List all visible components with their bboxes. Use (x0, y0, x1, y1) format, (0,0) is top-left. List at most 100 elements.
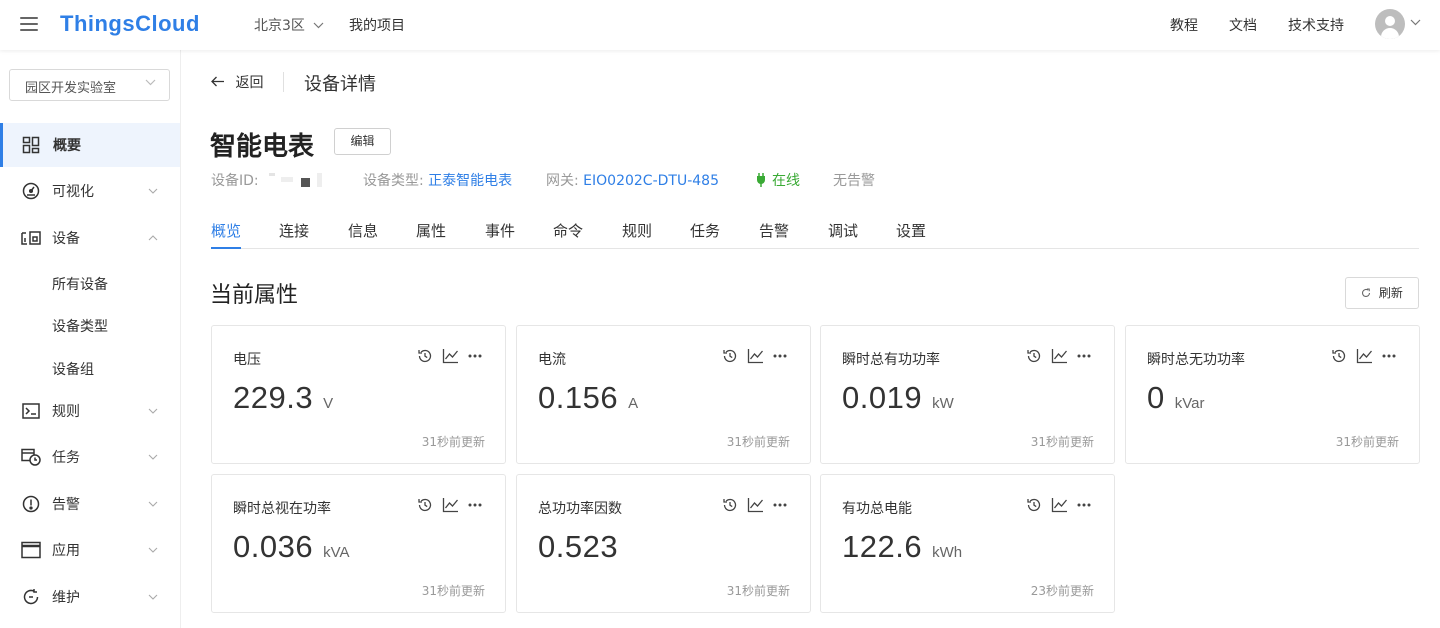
sidebar-subitem-device-types[interactable]: 设备类型 (52, 316, 108, 336)
more-icon[interactable] (773, 503, 787, 507)
sidebar-item-label: 应用 (52, 543, 80, 559)
sidebar-item-tasks[interactable]: 任务 (0, 435, 180, 479)
sidebar-item-rules[interactable]: 规则 (0, 389, 180, 433)
sidebar-item-label: 可视化 (52, 184, 94, 200)
project-select-value: 园区开发实验室 (25, 81, 117, 96)
more-icon[interactable] (1077, 503, 1091, 507)
redacted-value (263, 170, 325, 192)
property-name: 电流 (538, 352, 566, 368)
my-project-link[interactable]: 我的项目 (349, 15, 405, 35)
sidebar-item-overview[interactable]: 概要 (0, 123, 180, 167)
status-badge: 在线 (756, 170, 800, 190)
property-name: 瞬时总有功功率 (842, 352, 940, 368)
tab-debug[interactable]: 调试 (828, 220, 858, 249)
device-id: 设备ID: (211, 170, 325, 192)
project-select[interactable]: 园区开发实验室 (9, 69, 170, 101)
line-chart-icon[interactable] (442, 348, 459, 364)
top-bar: ThingsCloud 北京3区 我的项目 教程 文档 技术支持 (0, 0, 1440, 50)
refresh-button[interactable]: 刷新 (1345, 277, 1419, 309)
property-unit: kVA (323, 544, 350, 561)
dashboard-icon (21, 135, 41, 155)
property-card: 瞬时总无功功率 0 kVar 31秒前更新 (1125, 325, 1420, 464)
property-value-row: 229.3 V (233, 380, 333, 416)
device-type-label: 设备类型: (363, 173, 424, 189)
sidebar-subitem-device-groups[interactable]: 设备组 (52, 359, 94, 379)
tab-bar: 概览 连接 信息 属性 事件 命令 规则 任务 告警 调试 设置 (211, 220, 1419, 249)
tab-attributes[interactable]: 属性 (416, 220, 446, 249)
card-actions (417, 348, 482, 364)
sidebar-subitem-all-devices[interactable]: 所有设备 (52, 274, 108, 294)
property-card: 电压 229.3 V 31秒前更新 (211, 325, 506, 464)
tab-events[interactable]: 事件 (485, 220, 515, 249)
history-icon[interactable] (722, 348, 738, 364)
more-icon[interactable] (1077, 354, 1091, 358)
property-value-row: 0.523 (538, 529, 628, 565)
sidebar-item-label: 规则 (52, 404, 80, 420)
sidebar: 园区开发实验室 概要 可视化 设备 所有设备 设备类型 设备组 规则 任务 告警… (0, 50, 181, 628)
updated-time: 31秒前更新 (726, 435, 790, 449)
tab-alerts[interactable]: 告警 (759, 220, 789, 249)
more-icon[interactable] (468, 503, 482, 507)
history-icon[interactable] (722, 497, 738, 513)
tab-rules[interactable]: 规则 (622, 220, 652, 249)
line-chart-icon[interactable] (747, 497, 764, 513)
history-icon[interactable] (417, 348, 433, 364)
sidebar-item-devices[interactable]: 设备 (0, 216, 180, 260)
gateway: 网关: EIO0202C-DTU-485 (546, 170, 719, 190)
refresh-icon (1361, 286, 1375, 300)
property-value-row: 122.6 kWh (842, 529, 962, 565)
tab-connection[interactable]: 连接 (279, 220, 309, 249)
history-icon[interactable] (1331, 348, 1347, 364)
line-chart-icon[interactable] (1051, 497, 1068, 513)
history-icon[interactable] (1026, 497, 1042, 513)
gateway-link[interactable]: EIO0202C-DTU-485 (583, 173, 719, 189)
device-id-label: 设备ID: (211, 173, 259, 189)
plug-icon (756, 173, 766, 187)
line-chart-icon[interactable] (747, 348, 764, 364)
sidebar-item-visualization[interactable]: 可视化 (0, 169, 180, 213)
updated-time: 31秒前更新 (1335, 435, 1399, 449)
sidebar-item-apps[interactable]: 应用 (0, 528, 180, 572)
chevron-up-icon (148, 233, 158, 244)
card-actions (722, 497, 787, 513)
tab-commands[interactable]: 命令 (553, 220, 583, 249)
tab-settings[interactable]: 设置 (896, 220, 926, 249)
page-title: 智能电表 (210, 132, 315, 162)
docs-link[interactable]: 文档 (1229, 15, 1257, 35)
history-icon[interactable] (1026, 348, 1042, 364)
line-chart-icon[interactable] (1051, 348, 1068, 364)
history-icon[interactable] (417, 497, 433, 513)
alarm-status: 无告警 (833, 173, 875, 189)
support-link[interactable]: 技术支持 (1288, 15, 1344, 35)
region-selector[interactable]: 北京3区 (254, 15, 324, 35)
sidebar-item-alerts[interactable]: 告警 (0, 482, 180, 526)
edit-button[interactable]: 编辑 (334, 128, 391, 155)
more-icon[interactable] (773, 354, 787, 358)
more-icon[interactable] (468, 354, 482, 358)
property-unit: kWh (932, 544, 963, 561)
more-icon[interactable] (1382, 354, 1396, 358)
tutorial-link[interactable]: 教程 (1170, 15, 1198, 35)
sidebar-item-maintenance[interactable]: 维护 (0, 575, 180, 619)
chevron-down-icon[interactable] (1410, 16, 1421, 29)
property-value-row: 0.156 A (538, 380, 638, 416)
card-actions (417, 497, 482, 513)
tab-tasks[interactable]: 任务 (690, 220, 720, 249)
line-chart-icon[interactable] (1356, 348, 1373, 364)
avatar[interactable] (1375, 9, 1405, 39)
updated-time: 23秒前更新 (1030, 584, 1094, 598)
device-type: 设备类型: 正泰智能电表 (363, 170, 512, 190)
line-chart-icon[interactable] (442, 497, 459, 513)
property-name: 总功功率因数 (538, 501, 622, 517)
updated-time: 31秒前更新 (421, 435, 485, 449)
property-card: 总功功率因数 0.523 31秒前更新 (516, 474, 811, 613)
back-button[interactable]: 返回 (211, 72, 263, 92)
property-unit: kVar (1174, 395, 1205, 412)
brand-logo[interactable]: ThingsCloud (60, 11, 200, 37)
tab-overview[interactable]: 概览 (211, 220, 242, 249)
refresh-label: 刷新 (1378, 286, 1403, 300)
tab-info[interactable]: 信息 (348, 220, 378, 249)
region-label: 北京3区 (254, 18, 305, 34)
device-type-link[interactable]: 正泰智能电表 (428, 173, 512, 189)
menu-icon[interactable] (20, 17, 38, 31)
